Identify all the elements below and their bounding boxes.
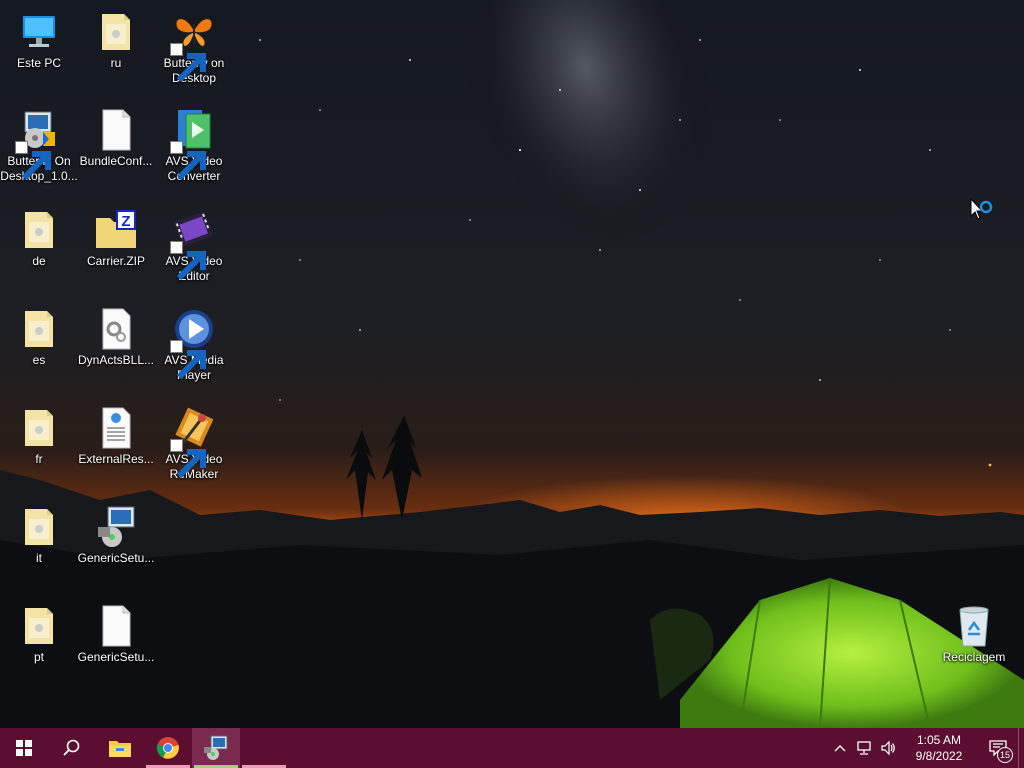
- avs-video-converter-icon: [170, 108, 216, 181]
- desktop-icon-avs-video-remaker[interactable]: AVS Video ReMaker: [155, 406, 233, 482]
- shortcut-arrow-icon: [170, 43, 206, 83]
- action-center-button[interactable]: 15: [978, 728, 1018, 768]
- desktop-icon-genericsetup-exe[interactable]: GenericSetu...: [77, 505, 155, 566]
- file-explorer-button[interactable]: [96, 728, 144, 768]
- desktop-icon-recycle-bin[interactable]: Reciclagem: [935, 604, 1013, 665]
- chrome-button[interactable]: [144, 728, 192, 768]
- show-desktop-button[interactable]: [1018, 728, 1024, 768]
- file-icon: [94, 604, 138, 648]
- avs-media-player-icon: [170, 307, 216, 380]
- desktop-icon-folder-pt[interactable]: pt: [0, 604, 78, 665]
- folder-icon: [17, 406, 61, 450]
- installer-icon: [15, 108, 61, 181]
- taskbar-button-empty[interactable]: [240, 728, 288, 768]
- clock-date: 9/8/2022: [915, 749, 963, 763]
- butterfly-icon: [170, 10, 216, 83]
- setup-program-icon: [94, 505, 138, 549]
- desktop-icon-bundleconf[interactable]: BundleConf...: [77, 108, 155, 169]
- folder-icon: [94, 10, 138, 54]
- folder-icon: [17, 208, 61, 252]
- system-tray: 1:05 AM 9/8/2022 15: [828, 728, 1024, 768]
- shortcut-arrow-icon: [170, 439, 206, 479]
- windows-logo-icon: [16, 740, 32, 756]
- desktop-icon-folder-fr[interactable]: fr: [0, 406, 78, 467]
- network-button[interactable]: [852, 728, 876, 768]
- desktop-icon-butterfly-installer[interactable]: Butterfly On Desktop_1.0...: [0, 108, 78, 184]
- folder-icon: [17, 505, 61, 549]
- search-icon: [63, 739, 80, 756]
- clock-time: 1:05 AM: [916, 733, 962, 747]
- avs-video-editor-icon: [170, 208, 216, 281]
- computer-icon: [17, 10, 61, 54]
- shortcut-arrow-icon: [170, 340, 206, 380]
- notification-count-badge: 15: [997, 747, 1013, 763]
- file-icon: [94, 108, 138, 152]
- desktop-icon-folder-it[interactable]: it: [0, 505, 78, 566]
- shortcut-arrow-icon: [170, 141, 206, 181]
- desktop-icon-avs-video-editor[interactable]: AVS Video Editor: [155, 208, 233, 284]
- desktop-icon-butterfly-on-desktop[interactable]: Butterfly on Desktop: [155, 10, 233, 86]
- volume-icon: [881, 740, 895, 756]
- network-icon: [857, 741, 871, 755]
- desktop-icon-folder-es[interactable]: es: [0, 307, 78, 368]
- svg-text:Z: Z: [121, 213, 130, 230]
- avs-video-remaker-icon: [170, 406, 216, 479]
- desktop-icon-folder-ru[interactable]: ru: [77, 10, 155, 71]
- shortcut-arrow-icon: [15, 141, 51, 181]
- busy-cursor-icon: [970, 197, 996, 226]
- taskbar-clock[interactable]: 1:05 AM 9/8/2022: [900, 732, 978, 764]
- folder-icon: [109, 741, 131, 757]
- taskbar: 1:05 AM 9/8/2022 15: [0, 728, 1024, 768]
- desktop-icon-dynactsbll[interactable]: DynActsBLL...: [77, 307, 155, 368]
- desktop-icon-externalres[interactable]: ExternalRes...: [77, 406, 155, 467]
- installer-icon: [204, 735, 228, 760]
- desktop-icon-folder-de[interactable]: de: [0, 208, 78, 269]
- desktop-icon-genericsetup-file[interactable]: GenericSetu...: [77, 604, 155, 665]
- setup-app-button[interactable]: [192, 728, 240, 768]
- chrome-icon: [156, 737, 179, 759]
- desktop-icon-este-pc[interactable]: Este PC: [0, 10, 78, 71]
- search-button[interactable]: [48, 728, 96, 768]
- start-button[interactable]: [0, 728, 48, 768]
- desktop-icon-avs-media-player[interactable]: AVS Media Player: [155, 307, 233, 383]
- folder-icon: [17, 604, 61, 648]
- show-hidden-icons-button[interactable]: [828, 728, 852, 768]
- recycle-bin-icon: [952, 604, 996, 648]
- html-document-icon: [94, 406, 138, 450]
- zip-folder-icon: Z: [94, 208, 138, 252]
- shortcut-arrow-icon: [170, 241, 206, 281]
- volume-button[interactable]: [876, 728, 900, 768]
- folder-icon: [17, 307, 61, 351]
- config-file-icon: [94, 307, 138, 351]
- desktop-icon-avs-video-converter[interactable]: AVS Video Converter: [155, 108, 233, 184]
- desktop-icon-carrier-zip[interactable]: Z Carrier.ZIP: [77, 208, 155, 269]
- chevron-up-icon: [834, 745, 846, 752]
